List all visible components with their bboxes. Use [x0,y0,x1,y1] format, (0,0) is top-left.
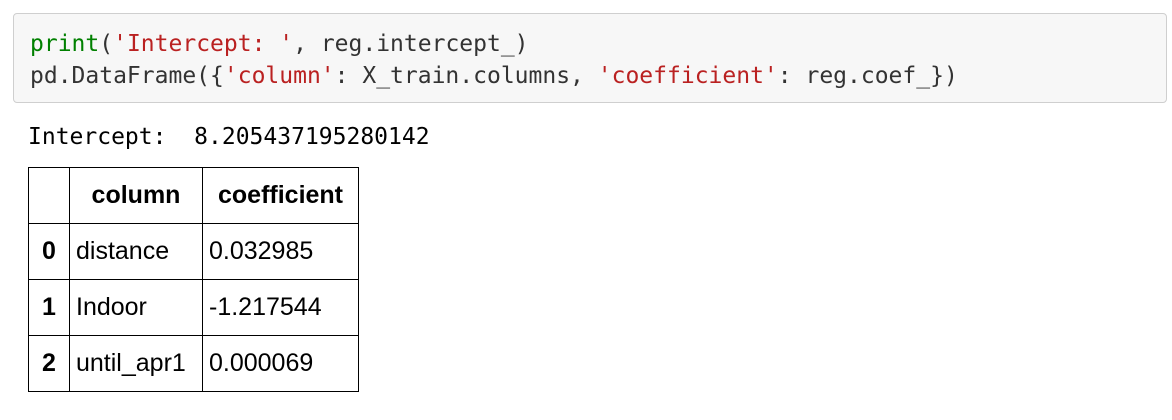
code-string-literal: 'coefficient' [597,63,778,89]
code-line-1[interactable]: print('Intercept: ', reg.intercept_) [30,28,529,60]
coefficient-cell: -1.217544 [202,279,359,336]
table-row: 0 distance 0.032985 [28,223,359,280]
column-cell: distance [69,223,203,280]
print-keyword: print [30,31,100,57]
row-index: 2 [28,335,70,392]
dataframe-table: column coefficient 0 distance 0.032985 1… [28,167,359,392]
stdout-output: Intercept: 8.205437195280142 [28,124,430,150]
code-paren: ( [99,31,114,57]
code-line-2[interactable]: pd.DataFrame({'column': X_train.columns,… [30,60,958,92]
coefficient-header: coefficient [202,167,359,224]
column-cell: Indoor [69,279,203,336]
coefficient-cell: 0.000069 [202,335,359,392]
row-index: 0 [28,223,70,280]
code-text: : X_train.columns, [334,63,598,89]
column-header: column [69,167,203,224]
table-header-row: column coefficient [28,167,359,224]
coefficient-cell: 0.032985 [202,223,359,280]
code-cell-input[interactable]: print('Intercept: ', reg.intercept_) pd.… [13,13,1167,103]
code-string-literal: 'Intercept: ' [113,31,294,57]
code-text: : reg.coef_}) [777,63,958,89]
row-index: 1 [28,279,70,336]
code-text: pd.DataFrame({ [30,63,224,89]
code-string-literal: 'column' [223,63,335,89]
code-text: , reg.intercept_) [293,31,529,57]
table-row: 1 Indoor -1.217544 [28,279,359,336]
column-cell: until_apr1 [69,335,203,392]
table-row: 2 until_apr1 0.000069 [28,335,359,392]
index-header [28,167,70,224]
